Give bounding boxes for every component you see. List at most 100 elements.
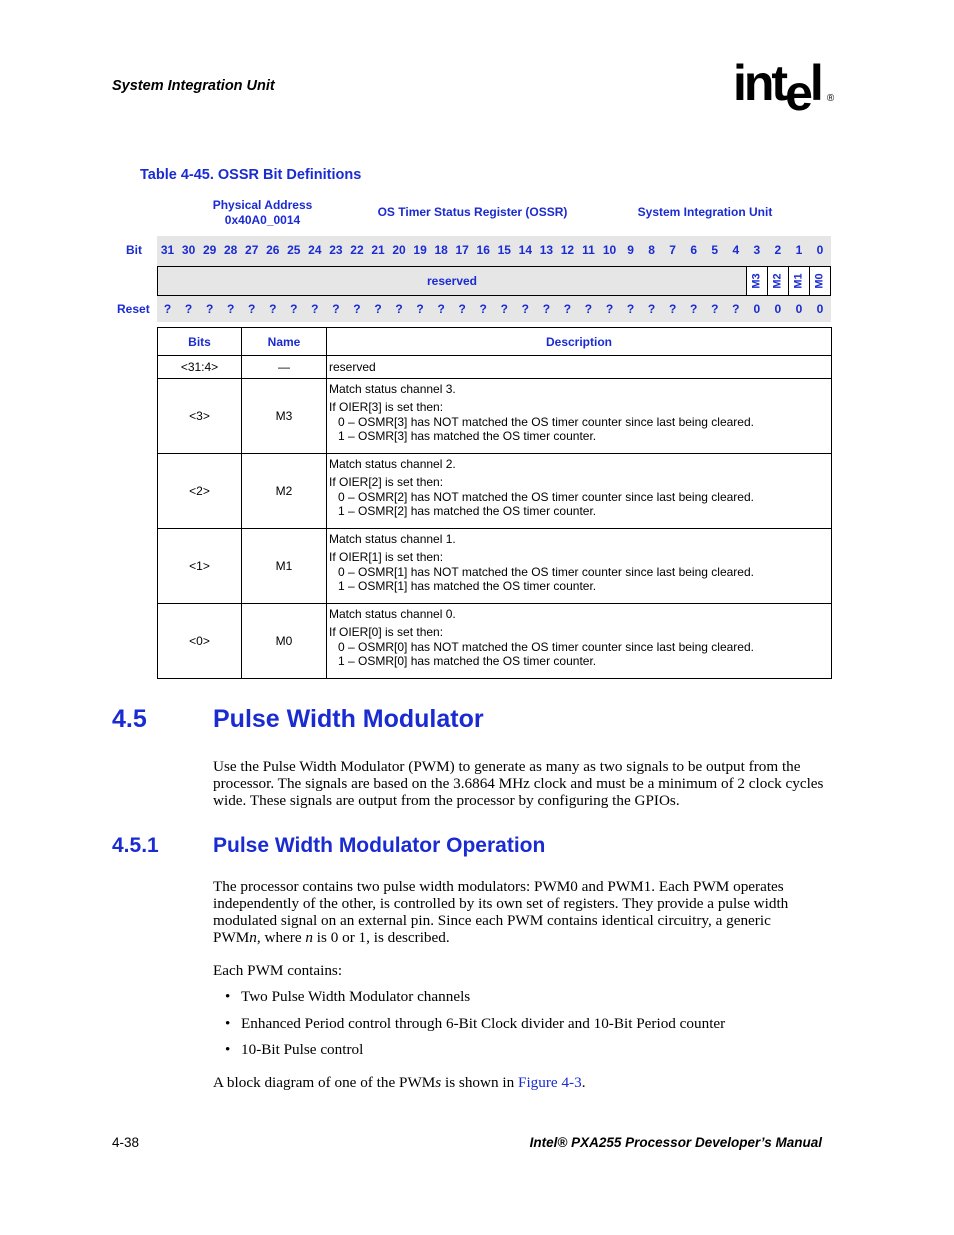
table-row: <2> M2 Match status channel 2. If OIER[2… (157, 453, 832, 529)
bit-number: 26 (266, 243, 280, 257)
figure-4-3-link[interactable]: Figure 4-3 (518, 1074, 582, 1091)
section-4-5-1-paragraph-2: Each PWM contains: (213, 962, 343, 979)
bit-number: 10 (602, 243, 617, 257)
cell-description: Match status channel 0. If OIER[0] is se… (326, 603, 832, 679)
cell-name: M1 (241, 528, 327, 604)
desc-summary: Match status channel 2. (329, 457, 456, 471)
cell-description: Match status channel 1. If OIER[1] is se… (326, 528, 832, 604)
reset-value: 0 (774, 302, 782, 316)
manual-title: Intel® PXA255 Processor Developer’s Manu… (529, 1135, 822, 1150)
desc-option-1: 1 – OSMR[0] has matched the OS timer cou… (338, 654, 597, 668)
desc-option-1: 1 – OSMR[1] has matched the OS timer cou… (338, 579, 597, 593)
table-row: <1> M1 Match status channel 1. If OIER[1… (157, 528, 832, 604)
register-address: Physical Address 0x40A0_0014 (200, 198, 325, 228)
table-row: <0> M0 Match status channel 0. If OIER[0… (157, 603, 832, 679)
bit-number: 4 (732, 243, 740, 257)
section-4-5-1-number: 4.5.1 (112, 834, 159, 857)
reset-value: ? (290, 302, 298, 316)
header-bits: Bits (157, 327, 242, 356)
table-header-row: Bits Name Description (157, 327, 832, 356)
bit-number: 13 (539, 243, 554, 257)
bullet-icon: • (225, 988, 231, 1005)
para1-n-italic: n, (249, 929, 261, 946)
field-m0: M0 (809, 267, 830, 295)
reset-value: ? (732, 302, 740, 316)
bit-number: 14 (518, 243, 532, 257)
field-m3-label: M3 (751, 273, 763, 289)
bit-number: 31 (160, 243, 175, 257)
reset-value: 0 (816, 302, 824, 316)
bit-number: 2 (774, 243, 782, 257)
reset-value: ? (668, 302, 677, 316)
page-number: 4-38 (112, 1135, 140, 1150)
reset-value: ? (647, 302, 656, 316)
desc-condition: If OIER[3] is set then: (329, 400, 444, 414)
bit-number: 12 (560, 243, 575, 257)
bullet-item: • Enhanced Period control through 6-Bit C… (225, 1015, 725, 1033)
section-4-5-1-paragraph-1: The processor contains two pulse width m… (213, 878, 813, 946)
header-description: Description (326, 327, 832, 356)
desc-condition: If OIER[2] is set then: (329, 475, 444, 489)
reset-value: ? (226, 302, 235, 316)
reset-value: ? (626, 302, 635, 316)
reset-value: ? (584, 302, 593, 316)
bit-number: 7 (669, 243, 676, 257)
desc-option-0: 0 – OSMR[3] has NOT matched the OS timer… (338, 415, 754, 429)
section-4-5-title: Pulse Width Modulator (213, 705, 484, 733)
bullet-text: Two Pulse Width Modulator channels (241, 988, 471, 1005)
cell-name: M3 (241, 378, 327, 454)
reset-value: ? (395, 302, 403, 316)
address-label: Physical Address (212, 198, 313, 212)
reset-value: ? (542, 302, 551, 316)
bit-number: 19 (413, 243, 427, 257)
reset-value: ? (353, 302, 361, 316)
logo-text-l: l (809, 55, 824, 111)
cell-name: M0 (241, 603, 327, 679)
bit-number: 23 (329, 243, 343, 257)
bit-number: 28 (223, 243, 238, 257)
section-4-5-1-title: Pulse Width Modulator Operation (213, 834, 546, 857)
bit-number: 0 (816, 243, 824, 257)
bit-description-table: Bits Name Description <31:4> — reserved … (157, 327, 832, 679)
bit-number: 18 (434, 243, 448, 257)
reset-value: ? (521, 302, 529, 316)
reset-value: ? (269, 302, 277, 316)
reset-value: 0 (795, 302, 803, 316)
bit-number: 24 (308, 243, 322, 257)
reset-value: ? (416, 302, 424, 316)
section-4-5-number: 4.5 (112, 705, 147, 733)
bit-row-label: Bit (126, 243, 142, 257)
bullet-item: • 10-Bit Pulse control (225, 1041, 363, 1059)
desc-option-0: 0 – OSMR[1] has NOT matched the OS timer… (338, 565, 754, 579)
register-name: OS Timer Status Register (OSSR) (377, 205, 568, 219)
para1-n2-italic: n (305, 929, 313, 946)
reset-value: ? (248, 302, 256, 316)
field-m0-label: M0 (814, 273, 826, 289)
reset-value: ? (311, 302, 319, 316)
bit-number: 15 (497, 243, 511, 257)
reset-value: ? (690, 302, 698, 316)
bullet-icon: • (225, 1015, 231, 1032)
section-4-5-paragraph: Use the Pulse Width Modulator (PWM) to g… (213, 758, 824, 809)
reset-value: ? (374, 302, 382, 316)
field-m1-label: M1 (793, 273, 805, 289)
bit-number: 3 (753, 243, 761, 257)
reset-value: ? (605, 302, 614, 316)
reset-row-label: Reset (117, 302, 150, 316)
cell-name: — (241, 355, 327, 379)
reset-value: ? (500, 302, 508, 316)
reset-value: ? (332, 302, 340, 316)
address-value: 0x40A0_0014 (224, 213, 301, 227)
cell-description: reserved (326, 355, 832, 379)
bit-number: 20 (392, 243, 406, 257)
desc-option-0: 0 – OSMR[2] has NOT matched the OS timer… (338, 490, 754, 504)
reset-value: ? (711, 302, 719, 316)
bullet-text: Enhanced Period control through 6-Bit Cl… (241, 1015, 726, 1032)
bullet-icon: • (225, 1041, 231, 1058)
para3-text-b: is shown in (441, 1074, 518, 1091)
cell-description: Match status channel 2. If OIER[2] is se… (326, 453, 832, 529)
para3-text-c: . (581, 1074, 586, 1091)
section-4-5-1-paragraph-3: A block diagram of one of the PWMs is sh… (213, 1074, 833, 1091)
logo-text: int (733, 55, 788, 111)
para1-text-c: is 0 or 1, is described. (312, 929, 450, 946)
